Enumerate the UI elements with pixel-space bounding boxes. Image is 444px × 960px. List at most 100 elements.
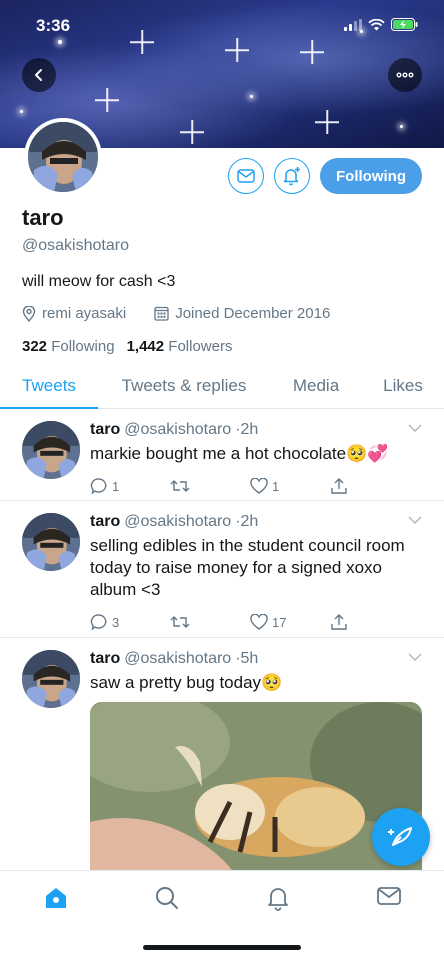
profile-meta: remi ayasaki Joined December 2016 bbox=[22, 305, 422, 322]
signal-icon bbox=[344, 18, 362, 31]
nav-search[interactable] bbox=[147, 885, 187, 915]
like-count: 1 bbox=[272, 478, 280, 494]
tweet-item[interactable]: taro @osakishotaro ·2h markie bought me … bbox=[0, 409, 444, 501]
heart-icon bbox=[250, 614, 268, 630]
tweet-text: saw a pretty bug today🥺 bbox=[90, 673, 283, 692]
reply-button[interactable]: 3 bbox=[90, 613, 170, 631]
profile-bio: will meow for cash <3 bbox=[22, 273, 176, 290]
chevron-left-icon bbox=[35, 69, 42, 81]
tweet-media-image[interactable] bbox=[90, 702, 422, 882]
comment-icon bbox=[90, 614, 107, 631]
tweet-header: taro @osakishotaro ·2h bbox=[90, 421, 422, 439]
tab-tweets-replies[interactable]: Tweets & replies bbox=[98, 364, 270, 408]
tweet-header: taro @osakishotaro ·5h bbox=[90, 650, 422, 668]
message-button[interactable] bbox=[228, 158, 264, 194]
status-bar: 3:36 bbox=[0, 0, 444, 50]
display-name: taro bbox=[22, 205, 64, 230]
compose-tweet-button[interactable] bbox=[372, 808, 430, 866]
tweet-author-name[interactable]: taro bbox=[90, 513, 120, 531]
tweet-text: markie bought me a hot chocolate🥺💞 bbox=[90, 444, 389, 463]
notify-button[interactable] bbox=[274, 158, 310, 194]
status-time: 3:36 bbox=[36, 16, 71, 35]
more-horizontal-icon bbox=[396, 72, 414, 78]
tweet-avatar[interactable] bbox=[22, 650, 80, 708]
bell-plus-icon bbox=[283, 167, 300, 186]
avatar-image bbox=[22, 421, 80, 479]
reply-count: 1 bbox=[112, 478, 120, 494]
retweet-icon bbox=[170, 616, 190, 628]
avatar-image bbox=[22, 650, 80, 708]
chevron-down-icon[interactable] bbox=[408, 515, 422, 525]
tweet-item[interactable]: taro @osakishotaro ·2h selling edibles i… bbox=[0, 501, 444, 638]
retweet-button[interactable] bbox=[170, 478, 250, 494]
avatar-image bbox=[28, 122, 98, 192]
star-decoration bbox=[400, 125, 403, 128]
more-options-button[interactable] bbox=[388, 58, 422, 92]
tweet-avatar[interactable] bbox=[22, 421, 80, 479]
tweet-avatar[interactable] bbox=[22, 513, 80, 571]
tweet-author-handle[interactable]: @osakishotaro bbox=[124, 421, 231, 439]
tweet-author-handle[interactable]: @osakishotaro bbox=[124, 650, 231, 668]
like-button[interactable]: 1 bbox=[250, 478, 330, 494]
like-button[interactable]: 17 bbox=[250, 614, 330, 630]
chevron-down-icon[interactable] bbox=[408, 652, 422, 662]
profile-stats: 322 Following 1,442 Followers bbox=[22, 338, 422, 355]
home-indicator bbox=[143, 945, 301, 950]
back-button[interactable] bbox=[22, 58, 56, 92]
reply-count: 3 bbox=[112, 614, 120, 630]
retweet-icon bbox=[170, 480, 190, 492]
followers-stat[interactable]: 1,442 Followers bbox=[127, 338, 233, 355]
nav-home[interactable] bbox=[36, 885, 76, 915]
retweet-button[interactable] bbox=[170, 614, 250, 630]
reply-button[interactable]: 1 bbox=[90, 477, 170, 495]
followers-count: 1,442 bbox=[126, 338, 165, 355]
location-pin-icon bbox=[22, 305, 36, 322]
tweet-header: taro @osakishotaro ·2h bbox=[90, 513, 422, 531]
following-stat[interactable]: 322 Following bbox=[22, 338, 115, 355]
mail-icon bbox=[237, 169, 255, 183]
search-icon bbox=[155, 887, 178, 909]
tweet-author-name[interactable]: taro bbox=[90, 650, 120, 668]
heart-icon bbox=[250, 478, 268, 494]
share-button[interactable] bbox=[330, 477, 410, 495]
share-icon bbox=[331, 614, 347, 630]
profile-location: remi ayasaki bbox=[42, 305, 127, 322]
tweet-time: ·5h bbox=[235, 650, 259, 667]
star-decoration bbox=[20, 110, 23, 113]
nav-notifications[interactable] bbox=[258, 885, 298, 915]
share-button[interactable] bbox=[330, 613, 410, 631]
profile-tabs: Tweets Tweets & replies Media Likes bbox=[0, 364, 444, 409]
nav-messages[interactable] bbox=[369, 885, 409, 915]
tab-media[interactable]: Media bbox=[270, 364, 362, 408]
tweet-actions: 1 1 bbox=[90, 475, 422, 497]
profile-handle: @osakishotaro bbox=[22, 237, 129, 254]
status-icons bbox=[344, 18, 418, 31]
profile-avatar[interactable] bbox=[24, 118, 102, 196]
tweet-actions: 3 17 bbox=[90, 611, 422, 633]
battery-charging-icon bbox=[391, 18, 418, 31]
tweet-time: ·2h bbox=[235, 421, 259, 438]
tweet-author-handle[interactable]: @osakishotaro bbox=[124, 513, 231, 531]
avatar-image bbox=[22, 513, 80, 571]
star-decoration bbox=[315, 110, 339, 134]
comment-icon bbox=[90, 478, 107, 495]
profile-actions: Following bbox=[228, 158, 422, 194]
compose-feather-icon bbox=[388, 827, 412, 846]
following-button[interactable]: Following bbox=[320, 158, 422, 194]
followers-label: Followers bbox=[168, 338, 233, 355]
wifi-icon bbox=[368, 18, 385, 30]
following-label: Following bbox=[51, 338, 115, 355]
profile-joined: Joined December 2016 bbox=[175, 305, 331, 322]
bell-icon bbox=[267, 888, 288, 911]
tweet-body: taro @osakishotaro ·2h selling edibles i… bbox=[90, 513, 422, 637]
moth-photo bbox=[90, 702, 422, 882]
tweet-author-name[interactable]: taro bbox=[90, 421, 120, 439]
tab-likes[interactable]: Likes bbox=[362, 364, 444, 408]
tab-tweets[interactable]: Tweets bbox=[0, 364, 98, 409]
chevron-down-icon[interactable] bbox=[408, 423, 422, 433]
tweet-body: taro @osakishotaro ·2h markie bought me … bbox=[90, 421, 422, 500]
star-decoration bbox=[250, 95, 253, 98]
calendar-icon bbox=[154, 306, 169, 321]
home-icon bbox=[45, 888, 66, 908]
mail-icon bbox=[376, 887, 401, 905]
